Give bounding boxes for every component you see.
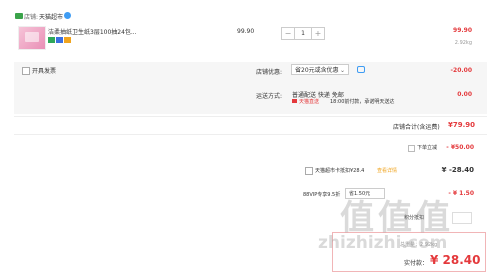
tmall-direct-tag: 天猫直送 <box>299 99 320 105</box>
discount-info-icon[interactable] <box>357 66 365 73</box>
service-tag-icon <box>56 37 63 43</box>
shop-total-label: 店铺合计(含运费) <box>393 124 440 131</box>
shop-discount-selected: 省20元或含优惠 <box>295 67 339 74</box>
final-payment-value: ¥ 28.40 <box>430 253 481 267</box>
tmall-direct-icon <box>292 99 297 103</box>
shop-name-link[interactable]: 天猫超市 <box>39 12 63 21</box>
unit-price: 99.90 <box>237 28 255 35</box>
product-title-link[interactable]: 洁柔抽纸卫生纸3层100抽24包... <box>48 27 158 36</box>
shop-discount-value: -20.00 <box>450 67 472 74</box>
service-tag-icon <box>64 37 71 43</box>
points-deduct-input[interactable] <box>452 212 472 224</box>
tmall-card-value: ¥ -28.40 <box>441 166 474 174</box>
tmall-card-checkbox[interactable] <box>305 167 313 175</box>
shipping-fee: 0.00 <box>457 91 472 98</box>
instant-discount-value: - ¥50.00 <box>446 144 474 151</box>
instant-discount-label: 下单立减 <box>417 145 438 151</box>
final-payment-label: 实付款： <box>404 260 429 267</box>
shipping-promise: 18:00前付款，承诺明天送达 <box>330 99 395 105</box>
item-weight: 2.92kg <box>454 40 472 46</box>
service-tag-icon <box>48 37 55 43</box>
shop-discount-label: 店铺优惠: <box>256 69 283 76</box>
chevron-down-icon: ⌄ <box>339 67 345 74</box>
order-options-panel <box>14 62 487 114</box>
divider <box>14 116 487 117</box>
watermark-site: zhizhizhi.com <box>318 233 448 253</box>
shop-discount-select[interactable]: 省20元或含优惠 ⌄ <box>291 64 349 75</box>
shop-label: 店铺: <box>24 14 39 21</box>
invoice-checkbox[interactable] <box>22 67 30 75</box>
tmall-card-label: 天猫超市卡抵扣¥28.4 <box>315 168 365 174</box>
increase-quantity-button[interactable]: + <box>312 28 324 39</box>
vip-discount-label: 88VIP专享9.5折 <box>303 192 341 198</box>
view-details-link[interactable]: 查看详情 <box>377 167 397 174</box>
product-thumbnail[interactable] <box>18 26 46 50</box>
item-subtotal: 99.90 <box>453 27 472 34</box>
shop-icon <box>15 13 23 19</box>
decrease-quantity-button[interactable]: − <box>282 28 294 39</box>
shipping-label: 运送方式: <box>256 93 283 100</box>
quantity-stepper: − 1 + <box>281 27 325 40</box>
quantity-input[interactable]: 1 <box>294 28 312 39</box>
watermark-logo: 值值值 <box>340 198 454 238</box>
divider <box>14 134 487 135</box>
invoice-label: 开具发票 <box>32 68 57 75</box>
instant-discount-checkbox[interactable] <box>408 145 415 152</box>
shop-total-value: ¥79.90 <box>448 121 476 129</box>
wangwang-chat-icon[interactable] <box>64 12 71 19</box>
